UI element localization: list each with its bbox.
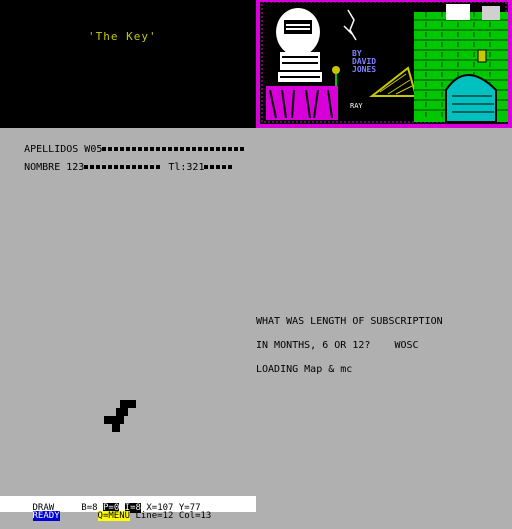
apellidos-row[interactable]: APELLIDOS W05 (0, 132, 246, 155)
message-line-1: WHAT WAS LENGTH OF SUBSCRIPTION (256, 316, 443, 327)
tl-label: Tl:321 (168, 162, 205, 173)
message-line-2: IN MONTHS, 6 OR 12? WOSC (256, 340, 419, 351)
subscription-message: WHAT WAS LENGTH OF SUBSCRIPTION IN MONTH… (256, 302, 443, 390)
message-line-3: LOADING Map & mc (256, 364, 353, 375)
nombre-label: NOMBRE 123 (24, 162, 85, 173)
menu-key-hint[interactable]: Q=MENU (97, 511, 131, 521)
credit-name-2: JONES (352, 65, 376, 74)
draw-cursor-glyph[interactable] (104, 400, 136, 432)
col-counter: Col=13 (178, 511, 212, 521)
status-bar: DRAW B=8 P=0 I=8 X=107 Y=77 READY Q=MENU… (0, 496, 256, 521)
nombre-row[interactable]: NOMBRE 123 Tl:321 (0, 150, 234, 173)
ray-label: RAY (350, 102, 363, 110)
game-title: 'The Key' (88, 30, 157, 43)
knight-figure (276, 8, 322, 82)
line-counter: Line=12 (135, 511, 174, 521)
tl-placeholder-dots (204, 162, 234, 174)
nombre-placeholder-dots (84, 162, 162, 174)
status-line-1: DRAW B=8 P=0 I=8 X=107 Y=77 (0, 496, 201, 513)
status-line-2: READY Q=MENU Line=12 Col=13 (0, 504, 211, 521)
castle (414, 4, 508, 123)
spectrum-screen: 'The Key' BY DAVID JONES RAY APELLIDOS W… (0, 0, 512, 521)
loading-screen-art: BY DAVID JONES RAY (256, 0, 512, 128)
ready-indicator: READY (32, 511, 60, 521)
